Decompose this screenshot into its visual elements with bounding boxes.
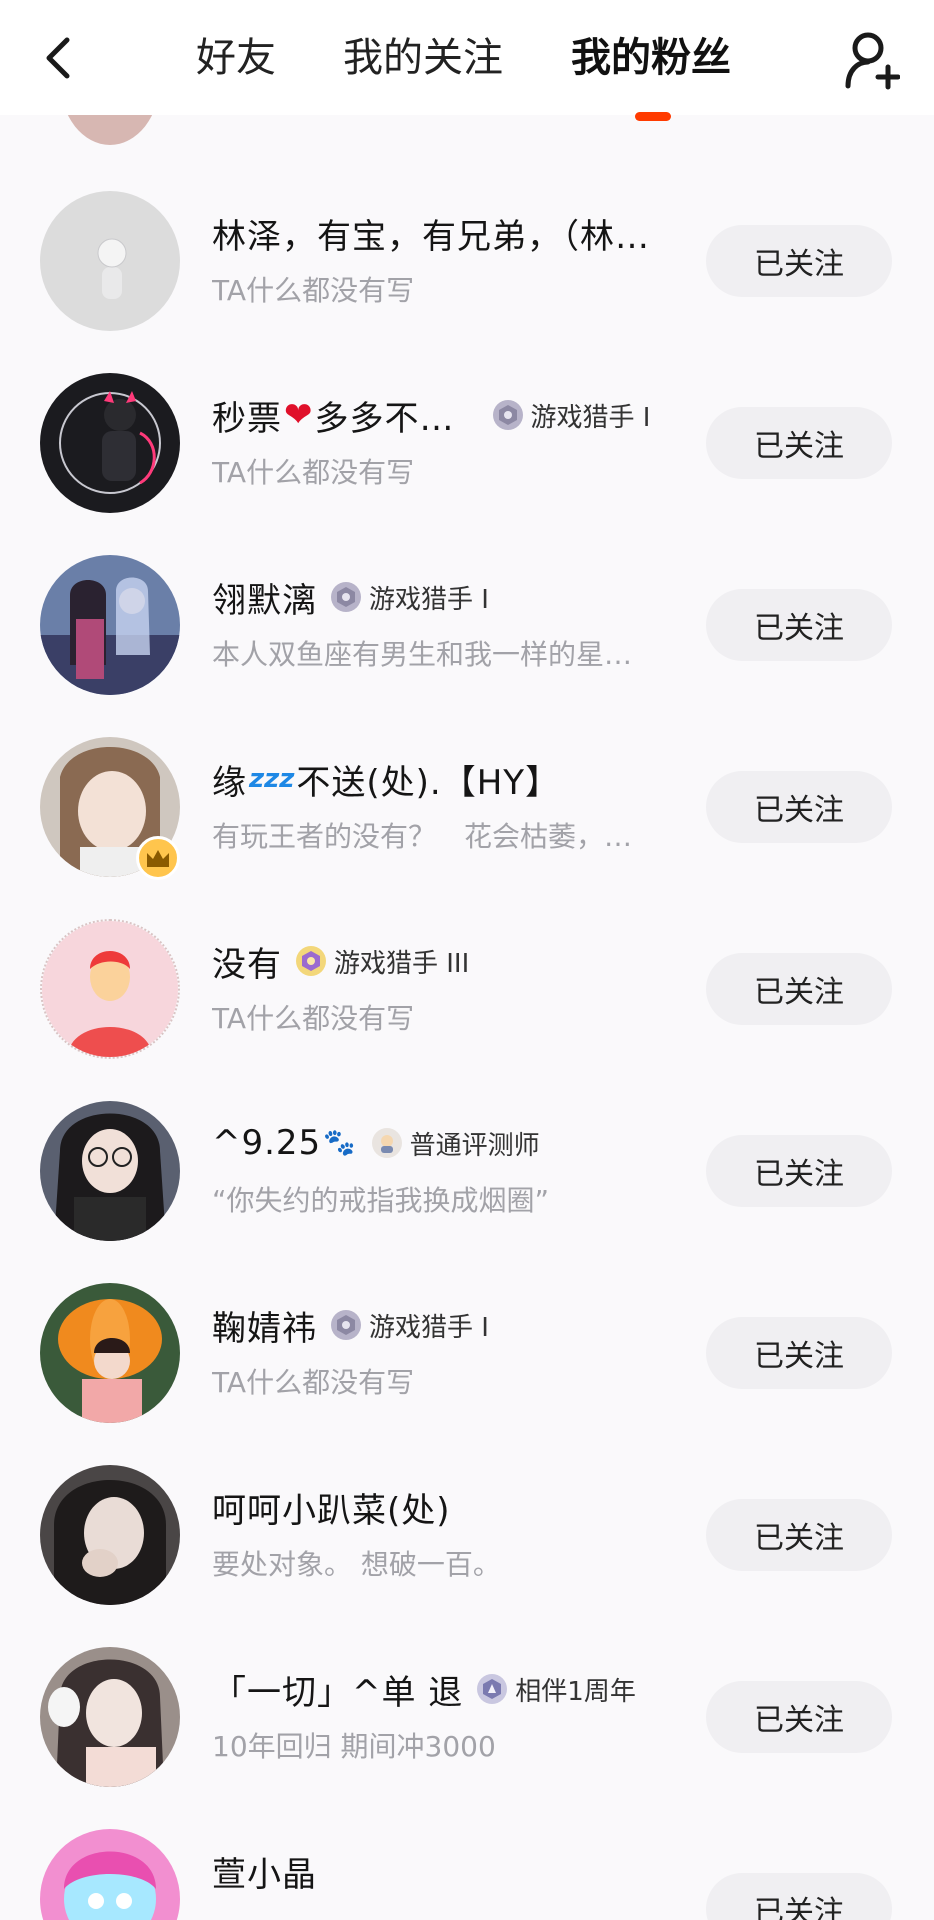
avatar[interactable]: [60, 115, 160, 145]
followed-button[interactable]: 已关注: [706, 1499, 892, 1571]
list-item[interactable]: 「一切」^单 退 相伴1周年 10年回归 期间冲3000 已关注: [0, 1631, 934, 1813]
fan-name: 「一切」^单 退: [212, 1672, 464, 1713]
fan-badge: 游戏猎手 I: [331, 579, 489, 616]
fan-badge: 游戏猎手 I: [331, 1307, 489, 1344]
fan-name: 萱小晶: [212, 1854, 317, 1895]
top-nav-bar: 好友 我的关注 我的粉丝: [0, 0, 934, 121]
fan-name-suffix: 不送(处).【HY】: [296, 762, 561, 803]
badge-icon: [492, 400, 523, 430]
fan-name-line: 翎默漓 游戏猎手 I: [212, 569, 692, 625]
fan-name-line: 萱小晶: [212, 1843, 692, 1899]
add-friend-button[interactable]: [842, 30, 901, 90]
fan-badge: 普通评测师: [371, 1125, 540, 1162]
fan-name-line: 没有 游戏猎手 III: [212, 933, 692, 989]
badge-icon: [477, 1674, 508, 1704]
badge-label: 普通评测师: [409, 1130, 540, 1161]
back-button[interactable]: [38, 30, 78, 86]
tab-following[interactable]: 我的关注: [343, 28, 503, 88]
fan-bio: “你失约的戒指我换成烟圈”: [212, 1184, 550, 1217]
followed-button[interactable]: 已关注: [706, 225, 892, 297]
fan-name-suffix: 多多不…: [314, 398, 455, 439]
add-user-icon: [845, 32, 901, 90]
fan-name-line: 林泽，有宝，有兄弟，（林…: [212, 205, 692, 261]
fan-badge: 游戏猎手 III: [296, 943, 469, 980]
fan-bio: TA什么都没有写: [212, 274, 415, 307]
followed-button[interactable]: 已关注: [706, 1873, 892, 1920]
fan-name: ^9.25: [212, 1123, 322, 1163]
fans-list: 林泽，有宝，有兄弟，（林… TA什么都没有写 已关注 秒票 ❤ 多多不… 游戏猎…: [0, 115, 934, 1920]
avatar[interactable]: [40, 555, 180, 695]
list-item[interactable]: 缘 zzz 不送(处).【HY】 有玩王者的没有？ 花会枯萎，… 已关注: [0, 721, 934, 903]
badge-label: 游戏猎手 I: [530, 402, 651, 433]
fan-name-line: 「一切」^单 退 相伴1周年: [212, 1661, 692, 1717]
list-item[interactable]: 翎默漓 游戏猎手 I 本人双鱼座有男生和我一样的星… 已关注: [0, 539, 934, 721]
avatar[interactable]: [40, 1465, 180, 1605]
fan-badge: 相伴1周年: [477, 1671, 636, 1708]
fan-name-line: 呵呵小趴菜(处): [212, 1479, 692, 1535]
crown-icon: [136, 836, 180, 880]
fan-name-line: 缘 zzz 不送(处).【HY】: [212, 751, 692, 807]
list-item[interactable]: 呵呵小趴菜(处) 要处对象。 想破一百。 已关注: [0, 1449, 934, 1631]
badge-icon: [296, 946, 326, 976]
list-item[interactable]: ^9.25 🐾 普通评测师 “你失约的戒指我换成烟圈” 已关注: [0, 1085, 934, 1267]
fan-name-line: 鞠婧祎 游戏猎手 I: [212, 1297, 692, 1353]
fan-name: 呵呵小趴菜(处): [212, 1490, 451, 1531]
fan-name: 秒票: [212, 398, 282, 439]
tab-fans[interactable]: 我的粉丝: [571, 28, 731, 88]
badge-label: 游戏猎手 I: [369, 584, 489, 615]
fan-bio: TA什么都没有写: [212, 1366, 415, 1399]
fan-badge: 游戏猎手 I: [492, 397, 651, 434]
sleep-icon: zzz: [249, 764, 295, 794]
fan-bio: TA什么都没有写: [212, 1002, 415, 1035]
avatar[interactable]: [40, 919, 180, 1059]
fan-name: 林泽，有宝，有兄弟，（林…: [212, 216, 650, 257]
followed-button[interactable]: 已关注: [706, 1135, 892, 1207]
list-item[interactable]: 鞠婧祎 游戏猎手 I TA什么都没有写 已关注: [0, 1267, 934, 1449]
paw-icon: 🐾: [323, 1128, 356, 1158]
badge-icon: [371, 1128, 402, 1158]
fan-name-line: ^9.25 🐾 普通评测师: [212, 1115, 692, 1171]
fan-name: 没有: [212, 944, 282, 985]
fan-name-line: 秒票 ❤ 多多不… 游戏猎手 I: [212, 387, 692, 443]
avatar[interactable]: [40, 1829, 180, 1920]
heart-icon: ❤: [284, 395, 313, 435]
badge-icon: [331, 1310, 361, 1340]
fan-name: 鞠婧祎: [212, 1308, 317, 1349]
badge-label: 游戏猎手 III: [334, 948, 470, 979]
tab-friends[interactable]: 好友: [196, 28, 276, 88]
avatar[interactable]: [40, 1101, 180, 1241]
fan-bio: TA什么都没有写: [212, 456, 415, 489]
fan-bio: 有玩王者的没有？ 花会枯萎，…: [212, 820, 633, 853]
fan-bio: 10年回归 期间冲3000: [212, 1730, 496, 1763]
followed-button[interactable]: 已关注: [706, 407, 892, 479]
badge-label: 游戏猎手 I: [369, 1312, 489, 1343]
avatar[interactable]: [40, 191, 180, 331]
fan-name: 翎默漓: [212, 580, 317, 621]
list-item[interactable]: 萱小晶 已关注: [0, 1813, 934, 1920]
avatar[interactable]: [40, 1283, 180, 1423]
followed-button[interactable]: 已关注: [706, 1681, 892, 1753]
avatar[interactable]: [40, 1647, 180, 1787]
avatar[interactable]: [40, 373, 180, 513]
list-item[interactable]: 林泽，有宝，有兄弟，（林… TA什么都没有写 已关注: [0, 175, 934, 357]
fan-name: 缘: [212, 762, 247, 803]
followed-button[interactable]: 已关注: [706, 953, 892, 1025]
followed-button[interactable]: 已关注: [706, 589, 892, 661]
badge-icon: [331, 582, 361, 612]
list-item[interactable]: 没有 游戏猎手 III TA什么都没有写 已关注: [0, 903, 934, 1085]
badge-label: 相伴1周年: [515, 1676, 636, 1707]
followed-button[interactable]: 已关注: [706, 771, 892, 843]
fan-bio: 要处对象。 想破一百。: [212, 1548, 501, 1581]
chevron-left-icon: [46, 37, 70, 79]
followed-button[interactable]: 已关注: [706, 1317, 892, 1389]
fan-bio: 本人双鱼座有男生和我一样的星…: [212, 638, 633, 671]
list-item[interactable]: 秒票 ❤ 多多不… 游戏猎手 I TA什么都没有写 已关注: [0, 357, 934, 539]
active-tab-indicator: [635, 112, 671, 121]
